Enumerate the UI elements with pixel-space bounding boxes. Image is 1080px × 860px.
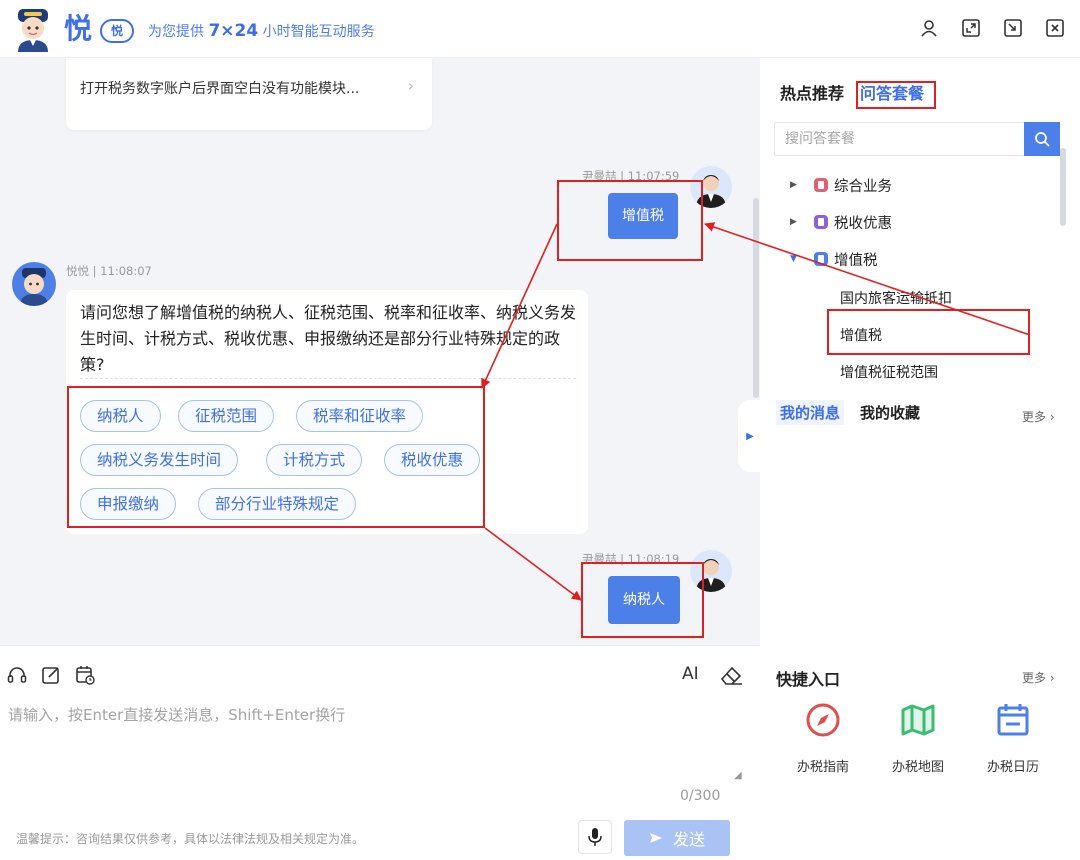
quick-item-tax-calendar[interactable]: 办税日历	[978, 702, 1048, 775]
quick-item-label: 办税地图	[891, 760, 944, 775]
caret-right-icon: ▶	[790, 180, 797, 190]
user-avatar	[690, 550, 732, 592]
tree-node-tax-incentives[interactable]: ▶ 税收优惠	[790, 211, 892, 233]
triangle-right-icon: ▶	[746, 430, 754, 442]
message-meta: 悦悦 | 11:08:07	[66, 264, 152, 278]
bot-avatar	[12, 262, 56, 306]
resize-grip[interactable]: ◢	[734, 770, 742, 781]
microphone-button[interactable]	[578, 820, 612, 854]
slogan-suffix: 小时智能互动服务	[262, 24, 375, 40]
previous-answer-card[interactable]: 打开税务数字账户后界面空白没有功能模块... ›	[66, 58, 432, 130]
option-chip[interactable]: 计税方式	[266, 444, 363, 476]
collapse-panel-toggle[interactable]: ▶	[738, 400, 762, 472]
chevron-right-icon: ›	[407, 76, 414, 95]
folder-icon	[814, 215, 828, 229]
expand-icon[interactable]	[960, 17, 982, 39]
header-bar: 悦 悦 为您提供 7×24 小时智能互动服务	[0, 0, 1080, 58]
tree-scrollbar[interactable]	[1060, 148, 1066, 226]
bot-answer-text: 请问您想了解增值税的纳税人、征税范围、税率和征收率、纳税义务发生时间、计税方式、…	[80, 303, 577, 374]
divider	[80, 378, 576, 379]
tree-node-label: 增值税	[834, 252, 878, 269]
more-quick-link[interactable]: 更多 ›	[1022, 669, 1055, 686]
tree-node-label: 综合业务	[834, 178, 892, 195]
qa-search-box	[774, 122, 1060, 156]
quick-item-tax-guide[interactable]: 办税指南	[788, 702, 858, 775]
option-chip[interactable]: 征税范围	[178, 400, 275, 432]
more-label: 更多	[1022, 671, 1047, 685]
char-counter: 0/300	[680, 788, 721, 804]
window-controls	[918, 17, 1066, 39]
tab-my-messages[interactable]: 我的消息	[776, 400, 845, 425]
compass-icon	[806, 703, 840, 737]
option-chip[interactable]: 纳税人	[80, 400, 161, 432]
send-label: 发送	[672, 830, 705, 849]
qa-search-input[interactable]	[775, 123, 1025, 155]
ai-button[interactable]: AI	[682, 664, 699, 684]
quick-item-tax-map[interactable]: 办税地图	[883, 702, 953, 775]
message-meta: 尹曼喆 | 11:08:19	[582, 552, 680, 566]
calendar-icon	[997, 704, 1029, 736]
tree-leaf-item[interactable]: 增值税征税范围	[840, 362, 938, 382]
message-meta: 尹曼喆 | 11:07:59	[582, 169, 680, 183]
more-label: 更多	[1022, 410, 1047, 424]
previous-card-text: 打开税务数字账户后界面空白没有功能模块...	[80, 81, 360, 97]
folder-icon	[814, 252, 828, 266]
user-message-bubble: 纳税人	[608, 576, 680, 624]
tree-node-general-business[interactable]: ▶ 综合业务	[790, 174, 892, 196]
tab-hot-recommend[interactable]: 热点推荐	[780, 80, 844, 104]
option-chip[interactable]: 税收优惠	[384, 444, 481, 476]
header-slogan: 为您提供 7×24 小时智能互动服务	[148, 21, 375, 41]
bot-answer-card: 请问您想了解增值税的纳税人、征税范围、税率和征收率、纳税义务发生时间、计税方式、…	[66, 290, 588, 534]
brand-logo: 悦	[64, 12, 93, 45]
search-button[interactable]	[1024, 122, 1060, 156]
disclaimer-tip: 温馨提示：咨询结果仅供参考，具体以法律法规及相关规定为准。	[16, 832, 365, 846]
minimize-icon[interactable]	[1002, 17, 1024, 39]
microphone-icon	[588, 828, 602, 846]
tab-qa-package[interactable]: 问答套餐	[860, 80, 924, 104]
headset-icon[interactable]	[6, 664, 28, 686]
edit-icon[interactable]	[40, 664, 62, 686]
calendar-clock-icon[interactable]	[74, 664, 96, 686]
right-panel: 热点推荐 问答套餐 ▶ 综合业务 ▶ 税收优惠 ▼ 增值税 国内旅客运输抵扣 增…	[760, 58, 1080, 860]
close-icon[interactable]	[1044, 17, 1066, 39]
slogan-prefix: 为您提供	[148, 24, 204, 40]
quick-item-label: 办税日历	[986, 760, 1039, 775]
option-chip[interactable]: 纳税义务发生时间	[80, 444, 239, 476]
search-icon	[1035, 132, 1050, 147]
tree-node-vat[interactable]: ▼ 增值税	[790, 248, 878, 270]
brand-badge: 悦	[100, 19, 134, 43]
send-icon	[649, 833, 662, 843]
input-area: AI ◢ 0/300 温馨提示：咨询结果仅供参考，具体以法律法规及相关规定为准。…	[0, 645, 760, 860]
option-chip[interactable]: 部分行业特殊规定	[198, 488, 357, 520]
send-button[interactable]: 发送	[624, 820, 730, 856]
user-avatar	[690, 166, 732, 208]
folder-icon	[814, 178, 828, 192]
tree-leaf-item[interactable]: 国内旅客运输抵扣	[840, 288, 952, 308]
option-chip[interactable]: 申报缴纳	[80, 488, 177, 520]
chat-scrollbar[interactable]	[752, 58, 760, 645]
user-message-bubble: 增值税	[608, 193, 678, 239]
tree-node-label: 税收优惠	[834, 215, 892, 232]
slogan-highlight: 7×24	[208, 21, 259, 41]
tab-my-favorites[interactable]: 我的收藏	[860, 402, 920, 423]
caret-right-icon: ▶	[790, 217, 797, 227]
user-icon[interactable]	[918, 17, 940, 39]
chat-area: 打开税务数字账户后界面空白没有功能模块... › 尹曼喆 | 11:07:59 …	[0, 58, 752, 645]
robot-avatar	[18, 9, 48, 52]
tree-leaf-item[interactable]: 增值税	[840, 325, 882, 345]
map-icon	[901, 704, 935, 736]
quick-item-label: 办税指南	[796, 760, 849, 775]
quick-entry-title: 快捷入口	[776, 670, 841, 689]
option-chip[interactable]: 税率和征收率	[296, 400, 424, 432]
caret-down-icon: ▼	[790, 254, 797, 264]
message-input[interactable]	[8, 704, 744, 784]
more-messages-link[interactable]: 更多 ›	[1022, 408, 1055, 425]
scroll-thumb[interactable]	[753, 198, 759, 398]
eraser-icon[interactable]	[718, 664, 744, 688]
